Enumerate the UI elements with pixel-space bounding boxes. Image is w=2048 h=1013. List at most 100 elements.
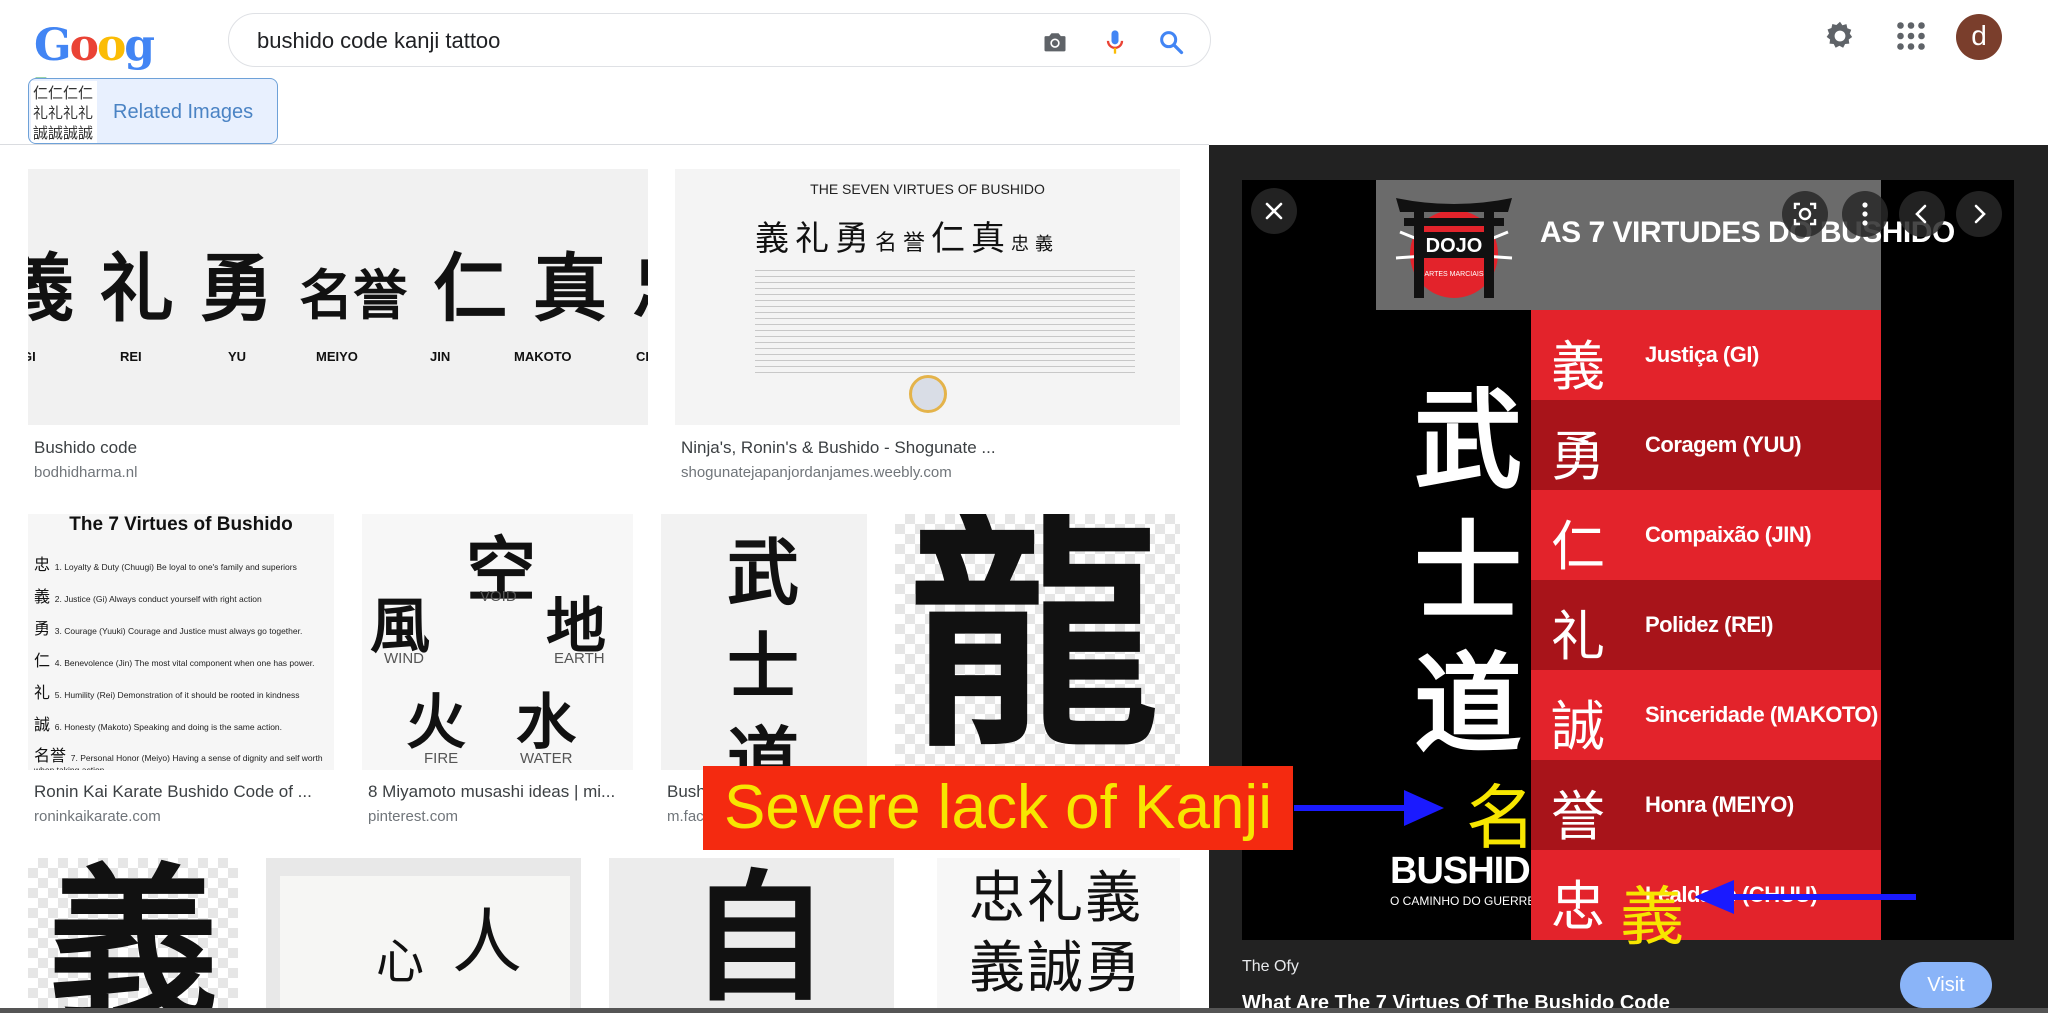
result-source[interactable]: roninkaikarate.com <box>34 808 161 825</box>
kanji-glyph: 水 <box>516 688 576 758</box>
result-image-bushido-code[interactable]: 義 礼 勇 名誉 仁 真 忠 GI REI YU MEIYO JIN MAKOT… <box>28 169 648 425</box>
virtue-descriptions <box>755 265 1135 375</box>
gear-icon[interactable] <box>1822 18 1858 54</box>
kanji-glyph: 武 <box>727 530 800 615</box>
microphone-icon[interactable] <box>1101 28 1129 56</box>
kanji-glyph: 忠 <box>969 866 1027 931</box>
kanji-glyph: 道 <box>1414 642 1523 768</box>
kanji-glyph: 礼 <box>795 219 835 259</box>
header-divider <box>0 144 1209 145</box>
element-label: EARTH <box>554 650 605 667</box>
virtue-label: Compaixão (JIN) <box>1645 522 1812 547</box>
annotation-arrow-right <box>1294 790 1444 826</box>
annotation-arrow-left <box>1694 880 1916 914</box>
virtue-line: 2. Justice (Gi) Always conduct yourself … <box>54 594 262 604</box>
kanji-glyph: 忠 <box>34 555 51 574</box>
preview-source[interactable]: The Ofy <box>1242 958 1299 976</box>
result-image-bushido-vertical[interactable]: 武 士 道 <box>661 514 867 770</box>
close-icon <box>1265 202 1283 220</box>
kanji-glyph: 忠義 <box>1011 234 1060 255</box>
kanji-glyph: 義 <box>1085 866 1143 931</box>
result-title[interactable]: Ninja's, Ronin's & Bushido - Shogunate .… <box>681 438 1181 458</box>
kanji-glyph: 心 <box>376 934 425 990</box>
kanji-glyph: 義 <box>28 246 74 332</box>
more-vert-icon <box>1862 202 1868 226</box>
google-doodle-logo[interactable]: Google <box>34 20 166 122</box>
virtue-row-jin: 仁 Compaixão (JIN) <box>1531 490 1881 580</box>
bottom-edge <box>0 1008 2048 1013</box>
virtue-kanji: 忠 <box>1551 875 1605 938</box>
chevron-left-icon <box>1915 204 1927 224</box>
result-title[interactable]: 8 Miyamoto musashi ideas | mi... <box>368 782 630 802</box>
kanji-glyph: 自 <box>689 858 830 1013</box>
kanji-glyph: 忠 <box>633 246 648 332</box>
element-label: VOID <box>480 588 517 605</box>
result-source[interactable]: pinterest.com <box>368 808 458 825</box>
next-image-button[interactable] <box>1956 191 2002 237</box>
vertical-kanji: 武 士 道 <box>1414 375 1534 771</box>
apps-grid-icon[interactable] <box>1893 18 1929 54</box>
virtue-kanji: 誠 <box>1551 695 1605 758</box>
virtue-kanji: 礼 <box>1551 605 1605 668</box>
result-image-gi-kanji[interactable]: 義 <box>28 858 238 1013</box>
more-options-button[interactable] <box>1842 191 1888 237</box>
image-heading: The 7 Virtues of Bushido <box>69 514 293 535</box>
virtue-line: 3. Courage (Yuuki) Courage and Justice m… <box>54 626 303 636</box>
result-source[interactable]: m.fac <box>667 808 704 825</box>
kanji-glyph: 勇 <box>835 219 875 259</box>
search-icon[interactable] <box>1157 28 1185 56</box>
kanji-glyph: 仁 <box>34 651 51 670</box>
virtue-kanji: 勇 <box>1551 425 1605 488</box>
badge-emblem <box>909 375 947 413</box>
account-avatar[interactable]: d <box>1956 14 2002 60</box>
result-image-seven-virtues[interactable]: THE SEVEN VIRTUES OF BUSHIDO 義礼勇名誉仁真忠義 <box>675 169 1180 425</box>
search-input[interactable]: bushido code kanji tattoo <box>257 28 500 54</box>
romaji-label: GI <box>28 349 36 364</box>
added-kanji-mei: 名 <box>1466 777 1536 859</box>
kanji-glyph: 道 <box>727 718 800 770</box>
virtue-kanji: 誉 <box>1551 785 1605 848</box>
result-image-dragon-kanji[interactable]: 龍 <box>895 514 1180 770</box>
kanji-glyph: 士 <box>727 624 800 709</box>
visual-search-button[interactable] <box>1782 191 1828 237</box>
kanji-glyph: 火 <box>406 688 466 758</box>
previous-image-button[interactable] <box>1899 191 1945 237</box>
virtue-line: 7. Personal Honor (Meiyo) Having a sense… <box>34 753 323 770</box>
result-source[interactable]: bodhidharma.nl <box>34 464 137 481</box>
result-image-virtue-kanji-grid[interactable]: 忠礼義 義誠勇 <box>937 858 1180 1013</box>
visit-button[interactable]: Visit <box>1900 962 1992 1008</box>
romaji-label: REI <box>120 349 142 364</box>
kanji-glyph: 武 <box>1414 378 1523 504</box>
result-image-ji-calligraphy[interactable]: 自 <box>609 858 894 1013</box>
result-title[interactable]: Bushido code <box>34 438 634 458</box>
kanji-glyph: 誠 <box>34 715 51 734</box>
result-image-calligraphy-scroll[interactable]: 人 心 <box>266 858 581 1013</box>
romaji-label: CHU <box>636 349 648 364</box>
kanji-glyph: 義 <box>969 936 1027 1001</box>
virtue-line: 1. Loyalty & Duty (Chuugi) Be loyal to o… <box>54 562 297 572</box>
search-box[interactable]: bushido code kanji tattoo <box>228 13 1211 67</box>
romaji-label: YU <box>228 349 247 364</box>
kanji-glyph: 礼 <box>99 246 174 332</box>
virtue-kanji: 仁 <box>1551 515 1605 578</box>
result-image-five-elements[interactable]: 空 VOID 風 WIND 地 EARTH 火 FIRE 水 WATER <box>362 514 633 770</box>
virtue-row-gi: 義 Justiça (GI) <box>1531 310 1881 400</box>
related-images-chip[interactable]: 仁仁仁仁礼礼礼礼誠誠誠誠 Related Images <box>28 78 278 144</box>
romaji-label: JIN <box>430 349 451 364</box>
virtue-label: Polidez (REI) <box>1645 612 1773 637</box>
element-label: WATER <box>520 750 573 767</box>
dojo-logo: DOJO ARTES MARCIAIS <box>1395 198 1513 298</box>
lens-icon <box>1793 202 1817 226</box>
kanji-glyph: 勇 <box>34 619 51 638</box>
camera-icon[interactable] <box>1041 28 1069 56</box>
result-image-ronin-kai[interactable]: The 7 Virtues of Bushido 忠 1. Loyalty & … <box>28 514 334 770</box>
close-preview-button[interactable] <box>1251 188 1297 234</box>
kanji-glyph: 真 <box>971 219 1012 259</box>
result-title[interactable]: Ronin Kai Karate Bushido Code of ... <box>34 782 330 802</box>
related-images-thumbnail: 仁仁仁仁礼礼礼礼誠誠誠誠 <box>31 81 97 143</box>
romaji-label: MEIYO <box>316 349 358 364</box>
annotation-callout: Severe lack of Kanji <box>703 766 1293 850</box>
result-source[interactable]: shogunatejapanjordanjames.weebly.com <box>681 464 952 481</box>
virtue-label: Sinceridade (MAKOTO) <box>1645 702 1878 727</box>
virtue-row-makoto: 誠 Sinceridade (MAKOTO) <box>1531 670 1881 760</box>
